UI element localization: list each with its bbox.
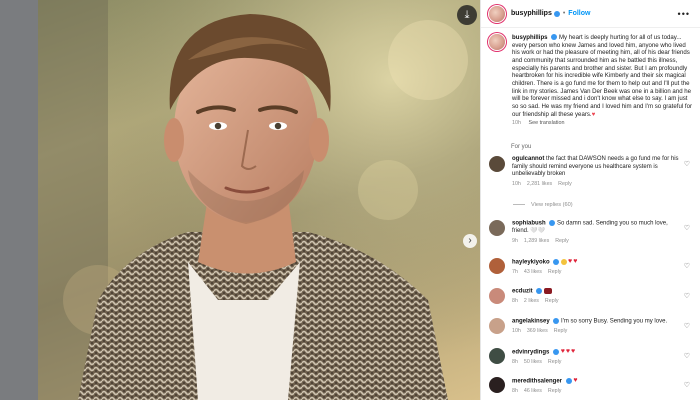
comment-likes[interactable]: 369 likes — [527, 328, 548, 334]
comment-likes[interactable]: 2,281 likes — [527, 181, 552, 187]
comment-item: hayleykiyoko ♥♥ 7h 43 likes Reply — [489, 258, 695, 277]
comment-username[interactable]: angelakinsey — [512, 319, 550, 325]
comment-username[interactable]: ecduzit — [512, 289, 533, 295]
comment-item: edvinrydings ♥♥♥ 8h 50 likes Reply — [489, 348, 695, 367]
verified-badge-icon — [553, 348, 560, 355]
comment-likes[interactable]: 50 likes — [524, 359, 542, 365]
backdrop-left — [0, 0, 38, 400]
heart-outline-icon[interactable]: ♡ — [684, 292, 690, 300]
comment-username[interactable]: edvinrydings — [512, 349, 549, 355]
red-heart-emoji-icon: ♥ — [565, 348, 570, 355]
commenter-avatar[interactable] — [489, 156, 505, 172]
reply-button[interactable]: Reply — [558, 181, 572, 187]
instagram-post-viewer: ⤓ › busyphillips • Follow ••• busyphilli… — [0, 0, 700, 400]
comment-username[interactable]: sophiabush — [512, 221, 546, 227]
follow-button[interactable]: Follow — [568, 10, 590, 17]
comment-username[interactable]: ogulcannot — [512, 156, 544, 162]
reply-button[interactable]: Reply — [548, 388, 562, 394]
post-header: busyphillips • Follow ••• — [481, 0, 700, 28]
separator-dot: • — [562, 10, 566, 17]
commenter-avatar[interactable] — [489, 288, 505, 304]
comment-item: ecduzit 8h 2 likes Reply — [489, 288, 695, 306]
view-replies-link[interactable]: View replies (60) — [513, 202, 573, 208]
comment-time: 8h — [512, 358, 518, 365]
commenter-avatar[interactable] — [489, 258, 505, 274]
caption-username[interactable]: busyphillips — [512, 34, 548, 41]
verified-badge-icon — [565, 377, 572, 384]
comment-time: 7h — [512, 268, 518, 275]
red-heart-emoji-icon: ♥ — [571, 348, 576, 355]
verified-badge-icon — [549, 220, 556, 226]
comment-time: 10h — [512, 328, 521, 335]
commenter-avatar[interactable] — [489, 348, 505, 364]
post-side-panel: busyphillips • Follow ••• busyphillips M… — [480, 0, 700, 400]
red-heart-emoji-icon: ♥ — [560, 348, 565, 355]
comment-time: 8h — [512, 387, 518, 394]
red-heart-emoji-icon: ♥ — [568, 258, 573, 265]
heart-outline-icon[interactable]: ♡ — [684, 352, 690, 360]
heart-outline-icon[interactable]: ♡ — [684, 381, 690, 389]
comment-item: sophiabush So damn sad. Sending you so m… — [489, 220, 695, 245]
comment-text: I'm so sorry Busy. Sending you my love. — [561, 318, 668, 325]
commenter-avatar[interactable] — [489, 318, 505, 334]
comment-username[interactable]: meredithsalenger — [512, 378, 562, 384]
reply-button[interactable]: Reply — [554, 328, 568, 334]
author-username[interactable]: busyphillips — [511, 10, 552, 17]
heart-outline-icon[interactable]: ♡ — [684, 262, 690, 270]
sad-face-emoji-icon — [561, 258, 568, 265]
caption-text: My heart is deeply hurting for all of us… — [512, 34, 692, 118]
comment-item: ogulcannot the fact that DAWSON needs a … — [489, 156, 695, 188]
download-icon[interactable]: ⤓ — [457, 5, 477, 25]
verified-badge-icon — [551, 34, 558, 41]
comment-item: angelakinsey I'm so sorry Busy. Sending … — [489, 318, 695, 336]
heart-outline-icon[interactable]: ♡ — [684, 160, 690, 168]
caption-time: 10h — [512, 120, 521, 127]
verified-badge-icon — [553, 258, 560, 265]
reply-button[interactable]: Reply — [548, 269, 562, 275]
comment-likes[interactable]: 1,289 likes — [524, 238, 549, 244]
post-photo — [38, 0, 480, 400]
heart-outline-icon[interactable]: ♡ — [684, 224, 690, 232]
see-translation-link[interactable]: See translation — [529, 120, 565, 126]
section-label-for-you: For you — [511, 144, 532, 150]
broken-heart-emoji-icon — [544, 288, 553, 294]
comment-item: meredithsalenger ♥ 8h 46 likes Reply — [489, 377, 695, 396]
more-options-icon[interactable]: ••• — [678, 9, 690, 19]
portrait-illustration — [38, 0, 480, 400]
red-heart-emoji-icon: ♥ — [573, 258, 578, 265]
heart-outline-icon[interactable]: ♡ — [684, 322, 690, 330]
comment-time: 8h — [512, 298, 518, 305]
comment-likes[interactable]: 2 likes — [524, 298, 539, 304]
comment-time: 10h — [512, 180, 521, 187]
verified-badge-icon — [553, 10, 560, 17]
comment-likes[interactable]: 43 likes — [524, 269, 542, 275]
comment-likes[interactable]: 46 likes — [524, 388, 542, 394]
comment-time: 9h — [512, 237, 518, 244]
author-avatar[interactable] — [489, 5, 505, 22]
caption-author-avatar[interactable] — [489, 34, 505, 50]
commenter-avatar[interactable] — [489, 220, 505, 236]
comment-username[interactable]: hayleykiyoko — [512, 259, 550, 265]
reply-button[interactable]: Reply — [548, 359, 562, 365]
post-caption: busyphillips My heart is deeply hurting … — [489, 34, 695, 128]
red-heart-emoji-icon: ♥ — [573, 377, 578, 384]
commenter-avatar[interactable] — [489, 377, 505, 393]
heart-emoji-icon: ♥ — [591, 110, 596, 118]
reply-button[interactable]: Reply — [545, 298, 559, 304]
verified-badge-icon — [553, 318, 560, 324]
reply-button[interactable]: Reply — [555, 238, 569, 244]
chevron-right-icon[interactable]: › — [463, 234, 477, 248]
verified-badge-icon — [536, 288, 543, 294]
